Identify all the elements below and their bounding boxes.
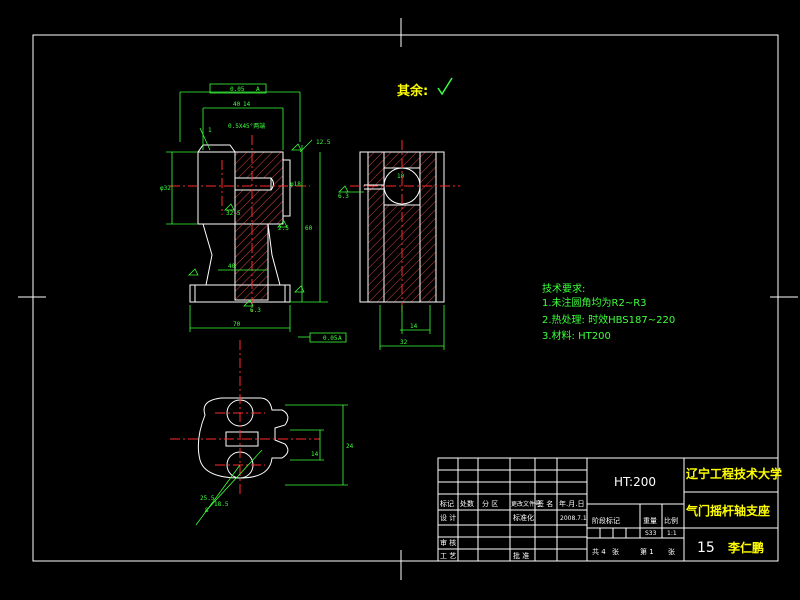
dim-label: 10	[397, 173, 405, 180]
page-number: 第 1	[640, 547, 654, 556]
header-count: 处数	[460, 499, 474, 508]
roughness-check-icon	[437, 77, 453, 96]
process-label: 工 艺	[440, 552, 456, 560]
page-unit: 张	[668, 547, 675, 556]
dim-label: 24	[346, 443, 354, 450]
dim-label: 60	[305, 225, 313, 232]
dim-label: 0.05	[230, 86, 245, 93]
approve-label: 批 准	[513, 551, 529, 560]
tech-requirements: 技术要求: 1.未注圆角均为R2~R3 2.热处理: 时效HBS187~220 …	[542, 282, 675, 342]
dim-label: 14	[410, 323, 418, 330]
surface-note: 其余:	[397, 77, 453, 99]
dim-label: 2.5	[278, 225, 289, 232]
dim-label: A	[338, 335, 342, 342]
dim-label: 6.3	[250, 307, 261, 314]
dim-label: 0.5X45°两端	[228, 122, 265, 130]
cad-drawing: 0.05 A 40 14 0.5X45°两端 12.5 φ32 φ18 32.5…	[18, 18, 798, 580]
dim-label: 25.5	[200, 495, 215, 502]
tech-title: 技术要求:	[542, 282, 585, 295]
dim-label: 32	[400, 339, 408, 346]
dim-label: 32.5	[226, 210, 241, 217]
dim-label: 8	[205, 507, 209, 514]
sheets-unit: 张	[612, 547, 619, 556]
dim-label: 14	[311, 451, 319, 458]
std-label: 标准化	[513, 513, 534, 522]
tech-line-2: 2.热处理: 时效HBS187~220	[542, 313, 675, 326]
author-name: 李仁鹏	[727, 540, 764, 555]
design-label: 设 计	[440, 513, 456, 522]
front-view	[170, 135, 310, 312]
dim-label: 6.3	[338, 193, 349, 200]
scale-value: 1:1	[667, 530, 677, 537]
drawing-number: 15	[697, 540, 715, 556]
dim-label: 40	[228, 263, 236, 270]
header-zone: 分 区	[482, 499, 498, 508]
title-block-text: HT:200 辽宁工程技术大学 气门摇杆轴支座 15 李仁鹏 标记 处数 分 区…	[440, 466, 782, 560]
top-dim-labels: 24 14 25.5 8 18.5	[200, 443, 354, 514]
top-view	[170, 340, 320, 495]
dim-label: 40	[233, 101, 241, 108]
rest-label: 其余:	[397, 83, 428, 99]
mark-value: S33	[645, 530, 657, 537]
tech-line-3: 3.材料: HT200	[542, 329, 611, 342]
dim-label: 14	[243, 101, 251, 108]
dim-label: 0.05	[323, 335, 338, 342]
side-view	[350, 140, 460, 312]
dim-label: φ32	[160, 185, 171, 192]
part-name: 气门摇杆轴支座	[685, 503, 770, 518]
dim-label: 18.5	[214, 501, 229, 508]
dim-label: 70	[233, 321, 241, 328]
date-value: 2008.7.1	[560, 515, 587, 522]
stage-label: 阶段标记	[592, 516, 620, 525]
school-name: 辽宁工程技术大学	[686, 466, 782, 481]
dim-label: φ18	[290, 181, 301, 188]
header-mark: 标记	[440, 499, 454, 508]
dim-label: A	[256, 86, 260, 93]
weight-label: 重量	[643, 517, 657, 525]
total-sheets: 共 4	[592, 547, 606, 556]
header-sign: 签 名	[537, 499, 553, 508]
material-label: HT:200	[614, 475, 656, 489]
header-date: 年.月.日	[559, 499, 584, 508]
dim-label: 1	[208, 127, 212, 134]
scale-label: 比例	[664, 516, 678, 525]
review-label: 审 核	[440, 538, 456, 547]
tech-line-1: 1.未注圆角均为R2~R3	[542, 296, 647, 309]
dim-label: 12.5	[316, 139, 331, 146]
